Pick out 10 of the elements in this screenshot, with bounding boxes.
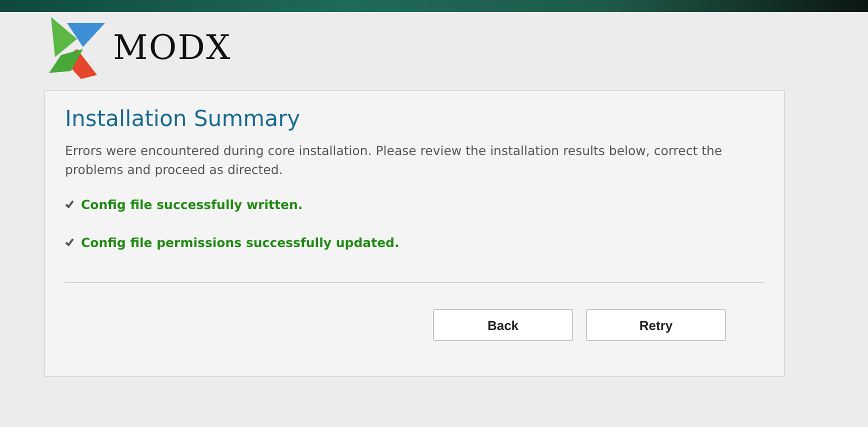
result-text: Config file permissions successfully updated. (81, 234, 400, 250)
action-button[interactable]: Retry (586, 309, 726, 341)
logo-text: MODX (113, 28, 232, 68)
result-text: Config file successfully written. (81, 196, 303, 212)
panel-title: Installation Summary (65, 107, 302, 132)
check-icon (65, 238, 74, 246)
check-icon (65, 200, 74, 208)
logo-icon (47, 17, 105, 79)
action-button[interactable]: Back (433, 309, 573, 341)
error-message: Errors were encountered during core installation. Please review the installation results below, correct the problems and proceed as directed. (65, 142, 724, 179)
